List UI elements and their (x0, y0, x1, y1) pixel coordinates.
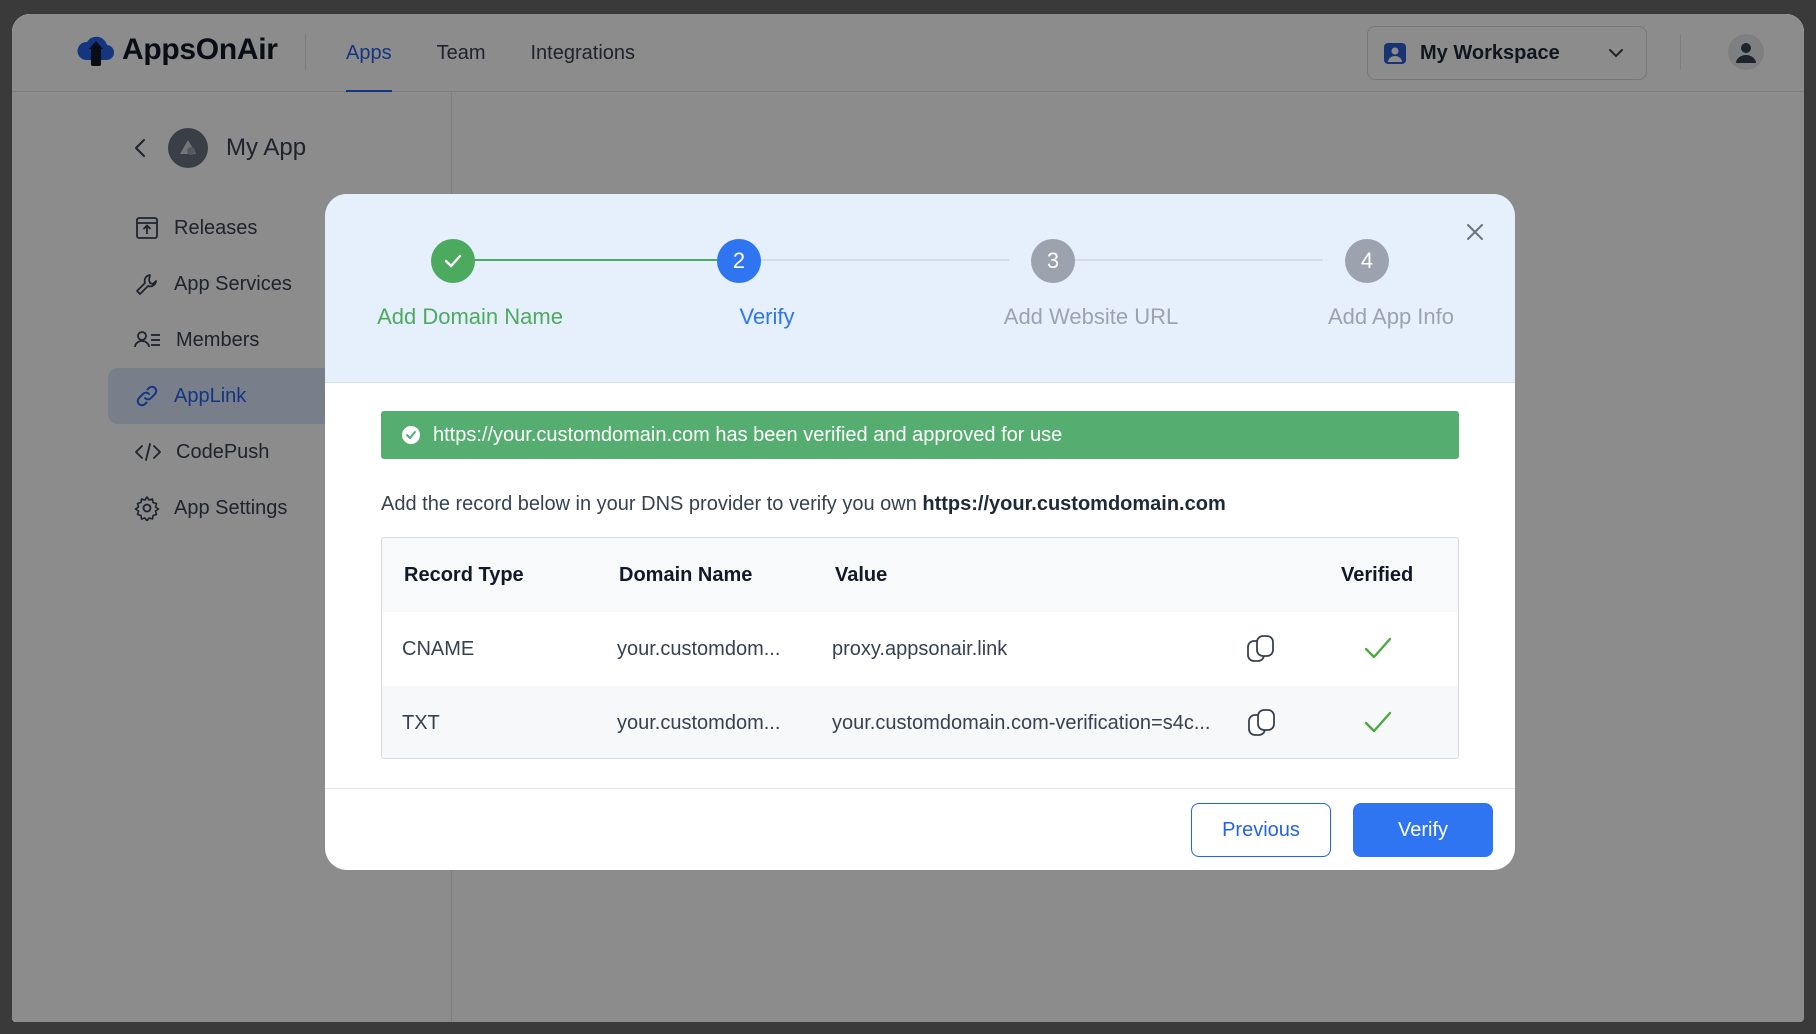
dns-records-table: Record Type Domain Name Value Verified C… (381, 537, 1459, 759)
verify-button[interactable]: Verify (1353, 803, 1493, 857)
step-4-label: Add App Info (1328, 304, 1454, 329)
step-3-circle: 3 (1031, 239, 1075, 283)
record-domain: your.customdom... (617, 711, 781, 734)
copy-icon[interactable] (1244, 632, 1278, 666)
table-header: Record Type Domain Name Value Verified (382, 538, 1458, 612)
record-type: CNAME (402, 637, 475, 660)
record-value: your.customdomain.com-verification=s4c..… (832, 711, 1211, 734)
success-alert: https://your.customdomain.com has been v… (381, 411, 1459, 459)
step-2-label: Verify (739, 304, 795, 329)
instructions-text: Add the record below in your DNS provide… (381, 493, 917, 515)
table-row: CNAME your.customdom... proxy.appsonair.… (382, 612, 1458, 686)
record-domain: your.customdom... (617, 637, 781, 660)
check-icon (444, 254, 462, 268)
header-verified: Verified (1341, 563, 1414, 586)
stepper: 2 3 4 Add Domain Name Verify Add Website… (325, 194, 1515, 383)
close-icon[interactable] (1463, 220, 1487, 244)
step-2-circle: 2 (717, 239, 761, 283)
copy-icon[interactable] (1245, 706, 1279, 740)
record-type: TXT (402, 711, 440, 734)
step-1-circle (431, 239, 475, 283)
step-connector (739, 259, 1009, 261)
table-row: TXT your.customdom... your.customdomain.… (382, 686, 1458, 758)
verify-domain-modal: 2 3 4 Add Domain Name Verify Add Website… (325, 194, 1515, 870)
check-circle-icon (402, 426, 420, 444)
header-record-type: Record Type (404, 563, 524, 586)
app-window: AppsOnAir Apps Team Integrations My Work… (12, 14, 1804, 1022)
alert-text: https://your.customdomain.com has been v… (433, 423, 1063, 446)
step-connector-done (453, 259, 717, 261)
verified-check-icon (1364, 637, 1392, 659)
header-value: Value (835, 563, 888, 586)
step-4-circle: 4 (1345, 239, 1389, 283)
dns-instructions: Add the record below in your DNS provide… (381, 493, 1226, 516)
footer-divider (325, 788, 1515, 789)
instructions-domain: https://your.customdomain.com (922, 493, 1226, 515)
header-domain-name: Domain Name (619, 563, 753, 586)
step-3-label: Add Website URL (1003, 304, 1179, 329)
step-connector (1053, 259, 1323, 261)
verified-check-icon (1364, 711, 1392, 733)
record-value: proxy.appsonair.link (832, 637, 1008, 660)
step-1-label: Add Domain Name (377, 304, 563, 329)
previous-button[interactable]: Previous (1191, 803, 1331, 857)
